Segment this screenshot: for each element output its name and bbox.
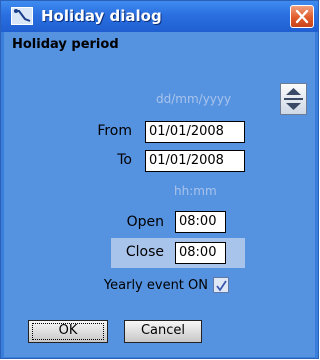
open-label: Open [126, 214, 164, 230]
to-date-field[interactable]: 01/01/2008 [145, 150, 245, 172]
cancel-button[interactable]: Cancel [124, 320, 202, 343]
checkmark-icon [216, 280, 227, 292]
date-format-hint: dd/mm/yyyy [156, 92, 232, 106]
from-label: From [97, 123, 132, 139]
cancel-button-label: Cancel [140, 323, 186, 338]
spinner-control[interactable] [280, 83, 307, 115]
close-label: Close [125, 244, 164, 260]
open-time-field[interactable]: 08:00 [175, 211, 226, 233]
title-bar[interactable]: Holiday dialog [1, 1, 318, 32]
close-button[interactable] [290, 5, 314, 28]
to-label: To [117, 152, 132, 168]
time-format-hint: hh:mm [174, 184, 217, 198]
app-icon [11, 7, 33, 25]
group-header: Holiday period [12, 37, 119, 52]
holiday-dialog-window: Holiday dialog Holiday period dd/mm/yyyy… [0, 0, 319, 359]
focus-ring [32, 323, 104, 340]
dialog-client-area: Holiday period dd/mm/yyyy From 01/01/200… [4, 32, 315, 357]
yearly-event-checkbox[interactable] [213, 277, 229, 293]
spinner-arrows-icon [284, 88, 303, 110]
yearly-event-label: Yearly event ON [103, 278, 208, 293]
window-title: Holiday dialog [41, 7, 162, 25]
from-date-field[interactable]: 01/01/2008 [145, 121, 245, 143]
close-icon [295, 9, 309, 24]
ok-button[interactable]: OK [28, 320, 108, 343]
close-time-field[interactable]: 08:00 [175, 242, 226, 264]
